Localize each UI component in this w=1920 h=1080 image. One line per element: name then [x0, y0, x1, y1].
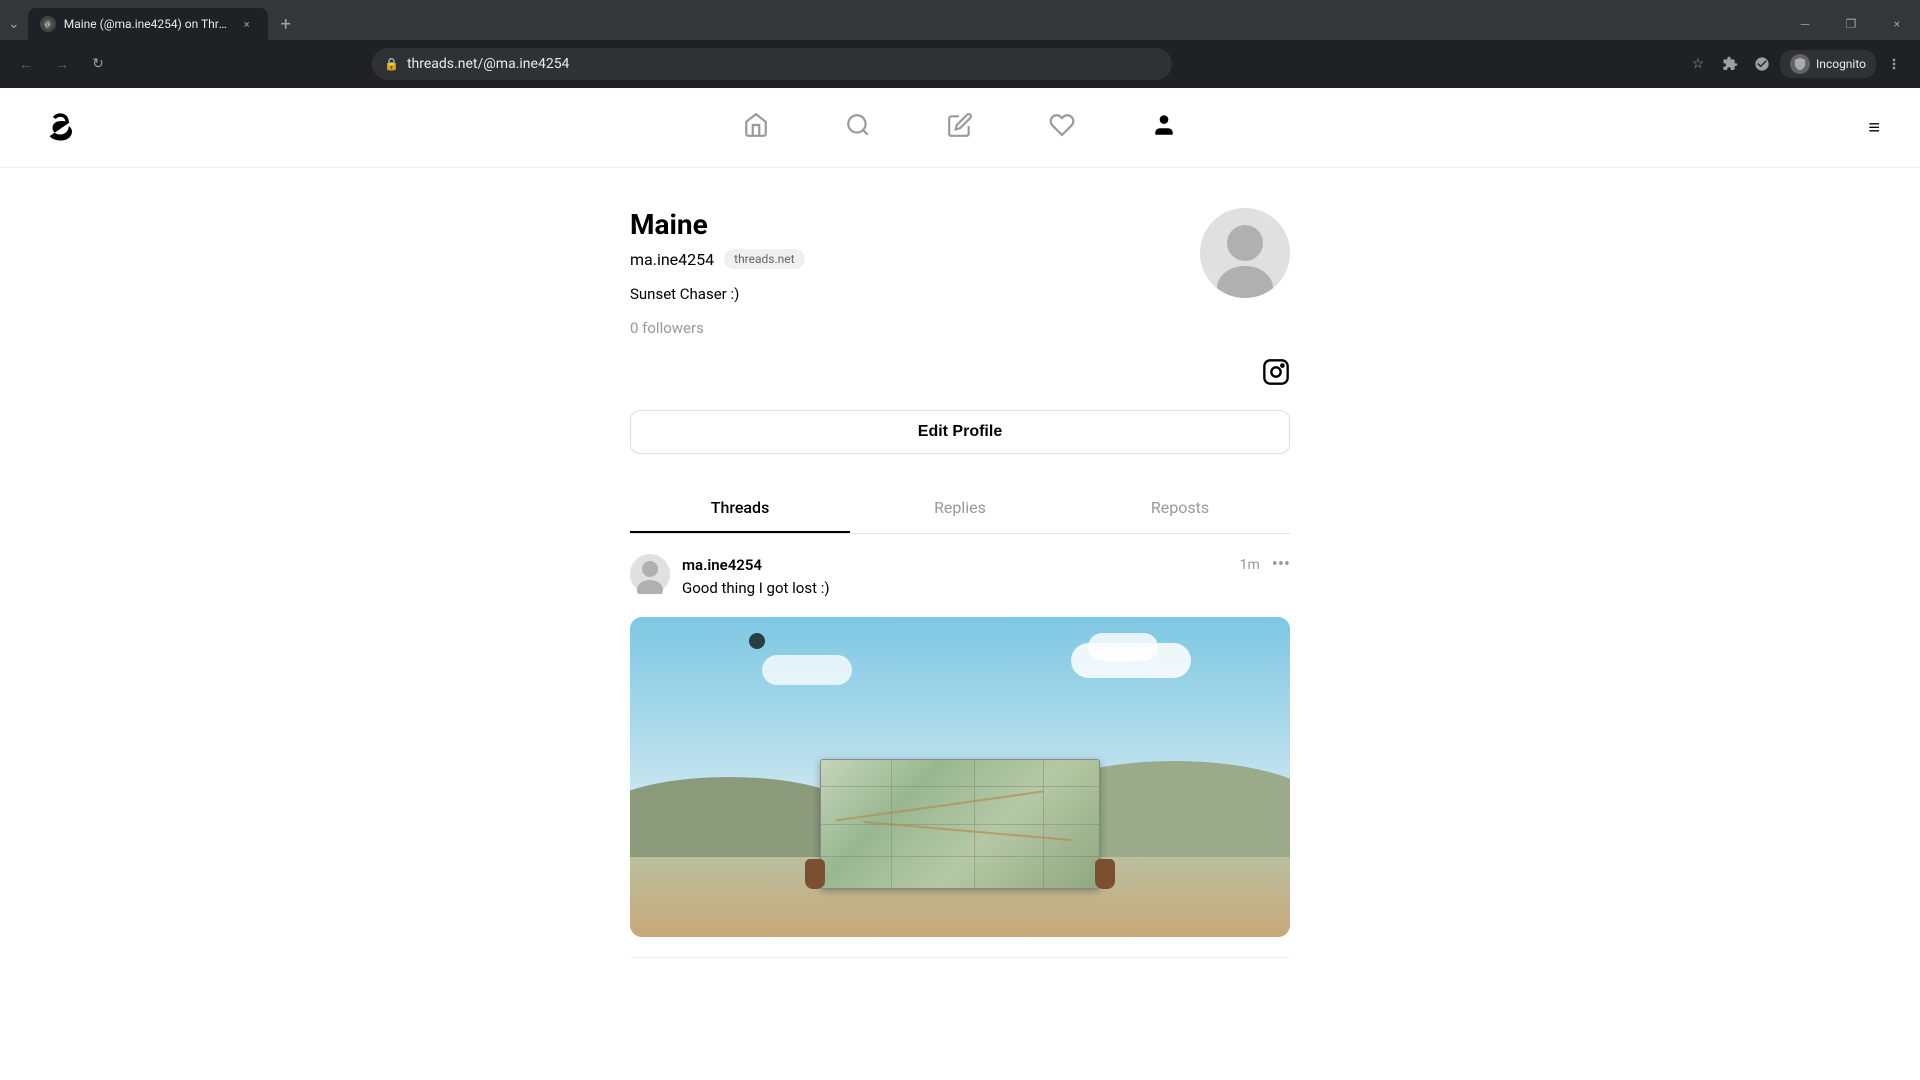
- post-photo: [630, 617, 1290, 937]
- tab-replies[interactable]: Replies: [850, 484, 1070, 533]
- minimize-button[interactable]: ─: [1782, 4, 1828, 44]
- incognito-label: Incognito: [1816, 57, 1866, 71]
- profile-tabs: Threads Replies Reposts: [630, 484, 1290, 534]
- toolbar-right: ☆ Incognito: [1684, 50, 1908, 78]
- window-controls: ─ ❐ ×: [1782, 4, 1920, 44]
- reload-button[interactable]: ↻: [84, 50, 112, 78]
- profile-avatar: [1200, 208, 1290, 298]
- profile-username: ma.ine4254: [630, 250, 714, 269]
- tab-close-button[interactable]: ×: [238, 15, 256, 33]
- post-more-button[interactable]: •••: [1272, 554, 1290, 575]
- instagram-link-button[interactable]: [1262, 358, 1290, 390]
- tab-threads[interactable]: Threads: [630, 484, 850, 533]
- post-avatar: [630, 554, 670, 594]
- post-timestamp: 1m: [1240, 557, 1260, 573]
- threads-logo[interactable]: [40, 104, 80, 152]
- forward-button[interactable]: →: [48, 50, 76, 78]
- home-nav-button[interactable]: [735, 104, 777, 152]
- tab-reposts[interactable]: Reposts: [1070, 484, 1290, 533]
- toolbar: ← → ↻ 🔒 threads.net/@ma.ine4254 ☆ Incogn…: [0, 40, 1920, 88]
- restore-button[interactable]: ❐: [1828, 4, 1874, 44]
- profile-platform-badge: threads.net: [724, 249, 804, 269]
- tab-list-button[interactable]: ⌄: [0, 16, 28, 32]
- hamburger-menu-button[interactable]: ≡: [1868, 115, 1880, 140]
- post-header: ma.ine4254 1m ••• Good thing I got lost …: [630, 554, 1290, 609]
- extensions-button[interactable]: [1716, 50, 1744, 78]
- bookmark-button[interactable]: ☆: [1684, 50, 1712, 78]
- edit-profile-button[interactable]: Edit Profile: [630, 410, 1290, 454]
- tab-bar: ⌄ @ Maine (@ma.ine4254) on Threa... × + …: [0, 0, 1920, 40]
- app-header: ≡: [0, 88, 1920, 168]
- address-bar[interactable]: 🔒 threads.net/@ma.ine4254: [372, 48, 1172, 80]
- address-text: threads.net/@ma.ine4254: [407, 56, 1160, 72]
- tab-favicon: @: [40, 16, 56, 32]
- back-button[interactable]: ←: [12, 50, 40, 78]
- svg-text:@: @: [45, 21, 51, 28]
- profile-name: Maine: [630, 208, 1200, 241]
- profile-followers: 0 followers: [630, 319, 1200, 337]
- security-icon: 🔒: [384, 57, 399, 71]
- profile-header: Maine ma.ine4254 threads.net Sunset Chas…: [630, 208, 1290, 390]
- post-item: ma.ine4254 1m ••• Good thing I got lost …: [630, 534, 1290, 958]
- post-username: ma.ine4254: [682, 556, 762, 574]
- incognito-button[interactable]: Incognito: [1780, 50, 1876, 78]
- profile-bio: Sunset Chaser :): [630, 285, 1200, 303]
- window-close-button[interactable]: ×: [1874, 4, 1920, 44]
- incognito-icon: [1790, 54, 1810, 74]
- new-tab-button[interactable]: +: [272, 10, 300, 38]
- nav-icons: [735, 104, 1185, 152]
- browser-chrome: ⌄ @ Maine (@ma.ine4254) on Threa... × + …: [0, 0, 1920, 88]
- profile-nav-button[interactable]: [1143, 104, 1185, 152]
- post-text: Good thing I got lost :): [682, 579, 1290, 597]
- profile-icon[interactable]: [1748, 50, 1776, 78]
- page-content: ≡ Maine ma.ine4254 threads.net Sunset Ch…: [0, 88, 1920, 1080]
- active-tab[interactable]: @ Maine (@ma.ine4254) on Threa... ×: [28, 8, 268, 40]
- search-nav-button[interactable]: [837, 104, 879, 152]
- post-meta: ma.ine4254 1m ••• Good thing I got lost …: [682, 554, 1290, 609]
- activity-nav-button[interactable]: [1041, 104, 1083, 152]
- post-image: [630, 617, 1290, 937]
- profile-container: Maine ma.ine4254 threads.net Sunset Chas…: [610, 168, 1310, 998]
- chrome-menu-button[interactable]: [1880, 50, 1908, 78]
- profile-info: Maine ma.ine4254 threads.net Sunset Chas…: [630, 208, 1200, 337]
- header-right: ≡: [1868, 115, 1880, 140]
- tab-title: Maine (@ma.ine4254) on Threa...: [64, 17, 230, 31]
- compose-nav-button[interactable]: [939, 104, 981, 152]
- profile-right-section: [1200, 208, 1290, 390]
- profile-username-row: ma.ine4254 threads.net: [630, 249, 1200, 269]
